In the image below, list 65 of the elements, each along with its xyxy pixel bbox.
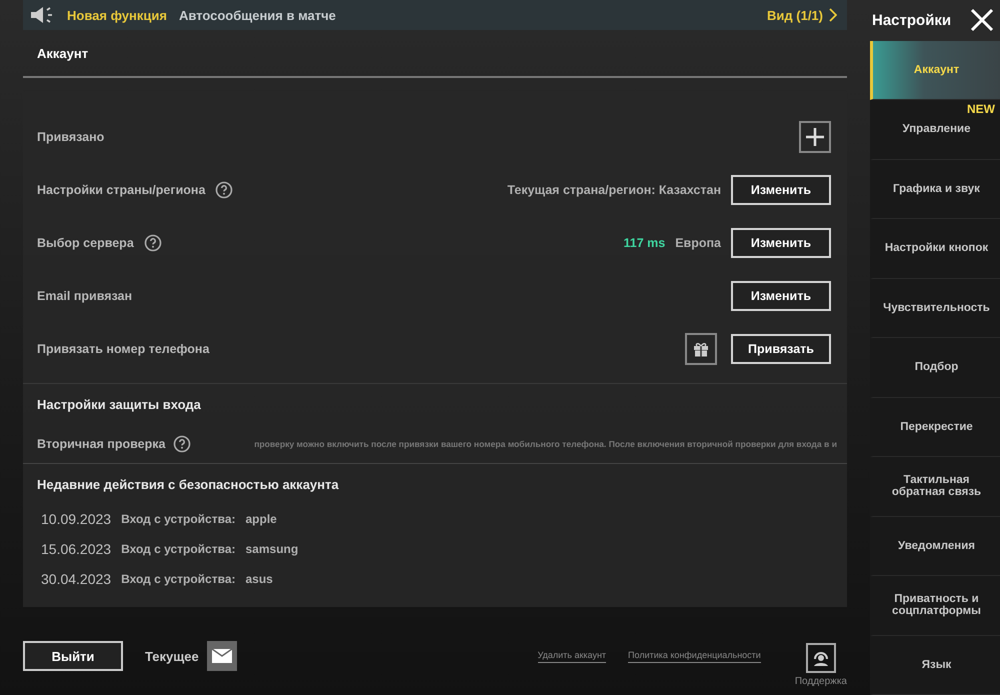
setting-value: Европа <box>675 236 721 250</box>
sidebar-tab[interactable]: Графика и звук <box>870 160 1000 219</box>
footer-link[interactable]: Удалить аккаунт <box>538 650 606 662</box>
feature-label: Новая функция <box>67 8 167 22</box>
sidebar-label: Приватность и соцплатформы <box>891 593 982 618</box>
change-button[interactable]: Привязать <box>731 334 831 364</box>
footer-link[interactable]: Политика конфиденциальности <box>628 650 761 662</box>
settings-title: Настройки <box>872 12 952 29</box>
ping-value: 117 ms <box>623 236 666 250</box>
view-link[interactable]: Вид (1/1) <box>767 8 837 22</box>
chevron-icon <box>829 8 837 22</box>
logout-button[interactable]: Выйти <box>23 641 123 671</box>
change-button[interactable]: Изменить <box>731 280 831 310</box>
hint-text: проверку можно включить после привязки вашего номера мобильного телефона. После включения вторичной проверки для входа в и <box>254 438 837 448</box>
activity-action: Вход с устройства: <box>121 572 236 586</box>
speaker-icon <box>29 5 55 25</box>
sidebar-label: Чувствительность <box>883 302 990 314</box>
help-icon[interactable] <box>144 234 162 252</box>
sidebar-label: Перекрестие <box>900 420 973 433</box>
setting-label: Привязано <box>37 130 104 144</box>
sidebar-tab[interactable]: Уведомления <box>870 516 1000 576</box>
setting-label: Вторичная проверка <box>37 436 166 450</box>
add-button[interactable] <box>799 120 831 152</box>
sidebar-label: Аккаунт <box>914 64 960 76</box>
sidebar-label: Управление <box>902 123 970 136</box>
setting-label: Привязать номер телефона <box>37 342 210 356</box>
sidebar-label: Тактильная обратная связь <box>890 474 982 498</box>
change-button[interactable]: Изменить <box>731 174 831 204</box>
activity-action: Вход с устройства: <box>121 512 236 526</box>
plus-icon <box>805 126 825 146</box>
mail-button[interactable] <box>206 641 237 671</box>
activity-action: Вход с устройства: <box>121 542 236 556</box>
change-button[interactable]: Изменить <box>731 228 831 258</box>
setting-label: Email привязан <box>37 288 132 302</box>
setting-value: Текущая страна/регион: Казахстан <box>507 182 721 196</box>
new-label: NEW <box>967 102 995 116</box>
help-icon[interactable] <box>173 434 192 452</box>
sidebar-tab[interactable]: Перекрестие <box>870 398 1000 457</box>
help-icon[interactable] <box>215 180 234 198</box>
activity-date: 10.09.2023 <box>41 511 112 527</box>
feature-text: Автосообщения в матче <box>178 8 337 22</box>
envelope-icon <box>212 649 232 663</box>
device-name: asus <box>246 572 273 586</box>
sidebar-label: Уведомления <box>898 540 975 552</box>
device-name: samsung <box>246 542 298 556</box>
sidebar-tab[interactable]: Чувствительность <box>870 278 1000 338</box>
sidebar-label: Настройки кнопок <box>884 242 988 254</box>
section-tab[interactable]: Аккаунт <box>23 30 847 78</box>
close-icon[interactable] <box>970 8 994 32</box>
sidebar-tab[interactable]: Язык <box>870 636 1000 695</box>
support-button[interactable] <box>806 643 836 673</box>
support-label: Поддержка <box>794 676 847 687</box>
activity-date: 15.06.2023 <box>41 541 112 557</box>
setting-label: Настройки страны/региона <box>37 182 206 196</box>
sidebar-label: Подбор <box>914 361 958 374</box>
sidebar-label: Графика и звук <box>893 182 980 195</box>
gift-button[interactable] <box>685 332 717 364</box>
section-heading: Настройки защиты входа <box>36 396 202 414</box>
section-heading: Недавние действия с безопасностью аккаунта <box>36 476 340 494</box>
current-label: Текущее <box>145 648 199 664</box>
setting-label: Выбор сервера <box>37 236 134 250</box>
device-name: apple <box>246 512 277 526</box>
sidebar-tab[interactable]: Аккаунт <box>870 40 1000 100</box>
sidebar-label: Язык <box>922 658 952 671</box>
activity-date: 30.04.2023 <box>41 571 112 587</box>
